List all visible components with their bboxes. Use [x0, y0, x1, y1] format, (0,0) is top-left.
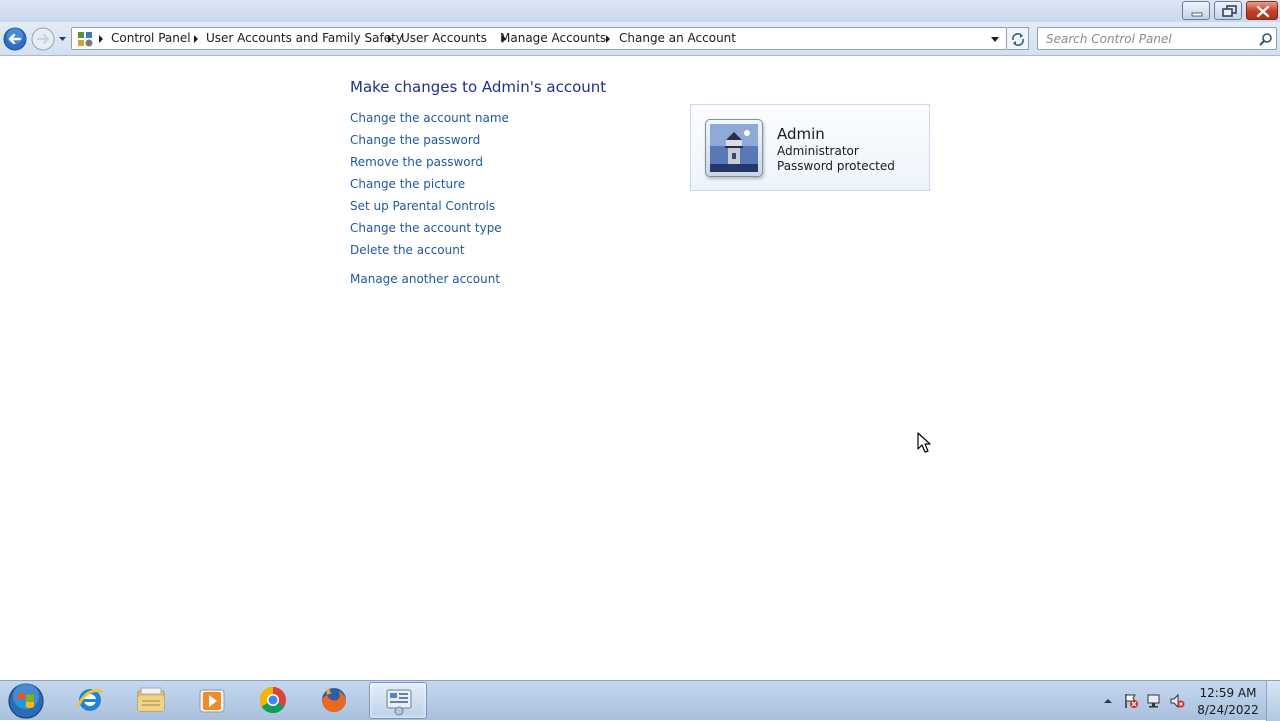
windows-explorer-icon: [137, 687, 165, 712]
change-account-name-link[interactable]: Change the account name: [350, 111, 509, 125]
refresh-button[interactable]: [1007, 27, 1029, 50]
chevron-right-icon[interactable]: [193, 35, 199, 43]
taskbar-media-player[interactable]: [183, 682, 241, 719]
firefox-icon: [322, 688, 346, 712]
recent-pages-dropdown-icon[interactable]: [57, 34, 68, 44]
clock-date[interactable]: 8/24/2022: [1196, 703, 1260, 717]
action-center-flag-icon[interactable]: [1123, 693, 1139, 709]
account-picture: [705, 119, 763, 177]
taskbar-chrome[interactable]: [244, 682, 302, 719]
system-tray: [1098, 681, 1188, 721]
taskbar: 12:59 AM 8/24/2022: [0, 680, 1280, 721]
account-type: Administrator: [777, 144, 859, 158]
search-box[interactable]: Search Control Panel: [1037, 27, 1277, 50]
taskbar-internet-explorer[interactable]: [61, 682, 119, 719]
address-history-dropdown-icon[interactable]: [990, 35, 1000, 43]
remove-password-link[interactable]: Remove the password: [350, 155, 483, 169]
navigation-bar: Control Panel User Accounts and Family S…: [0, 22, 1280, 56]
chrome-icon: [259, 686, 286, 714]
taskbar-firefox[interactable]: [305, 682, 363, 719]
clock-time[interactable]: 12:59 AM: [1196, 686, 1260, 700]
breadcrumb-change-an-account[interactable]: Change an Account: [619, 31, 736, 45]
account-status: Password protected: [777, 159, 895, 173]
minimize-button[interactable]: [1182, 1, 1210, 20]
manage-another-account-link[interactable]: Manage another account: [350, 272, 500, 286]
breadcrumb-control-panel[interactable]: Control Panel: [111, 31, 191, 45]
taskbar-control-panel[interactable]: [369, 682, 427, 719]
search-input[interactable]: Search Control Panel: [1046, 32, 1172, 46]
mouse-cursor-icon: [917, 432, 931, 453]
chevron-right-icon[interactable]: [605, 35, 611, 43]
network-icon[interactable]: [1146, 693, 1162, 709]
show-desktop-button[interactable]: [1266, 681, 1280, 721]
close-button[interactable]: [1246, 1, 1278, 20]
control-panel-icon: [78, 32, 93, 47]
back-arrow-icon[interactable]: [3, 27, 27, 51]
chevron-right-icon[interactable]: [98, 35, 104, 43]
search-icon[interactable]: [1259, 32, 1273, 46]
breadcrumb-user-accounts[interactable]: User Accounts: [401, 31, 487, 45]
account-name: Admin: [777, 125, 825, 143]
control-panel-icon: [386, 689, 412, 716]
breadcrumb-user-accounts-family-safety[interactable]: User Accounts and Family Safety: [206, 31, 403, 45]
restore-icon: [1222, 5, 1237, 17]
close-icon: [1256, 5, 1270, 18]
restore-button[interactable]: [1214, 1, 1242, 20]
taskbar-windows-explorer[interactable]: [122, 682, 180, 719]
show-hidden-icons-icon[interactable]: [1100, 693, 1116, 709]
media-player-icon: [199, 689, 225, 713]
change-password-link[interactable]: Change the password: [350, 133, 480, 147]
window-title-bar: [0, 0, 1280, 22]
volume-muted-icon[interactable]: [1169, 693, 1185, 709]
change-account-type-link[interactable]: Change the account type: [350, 221, 502, 235]
forward-arrow-icon[interactable]: [31, 27, 55, 51]
breadcrumb-manage-accounts[interactable]: Manage Accounts: [500, 31, 606, 45]
parental-controls-link[interactable]: Set up Parental Controls: [350, 199, 495, 213]
delete-account-link[interactable]: Delete the account: [350, 243, 465, 257]
address-bar[interactable]: Control Panel User Accounts and Family S…: [71, 27, 1007, 50]
lighthouse-picture-icon: [710, 124, 758, 172]
page-title: Make changes to Admin's account: [350, 78, 607, 96]
account-card: Admin Administrator Password protected: [690, 104, 930, 191]
change-picture-link[interactable]: Change the picture: [350, 177, 465, 191]
refresh-icon: [1012, 33, 1024, 46]
chevron-right-icon[interactable]: [387, 35, 393, 43]
minimize-icon: [1191, 12, 1203, 17]
start-button[interactable]: [5, 682, 47, 720]
internet-explorer-icon: [76, 689, 104, 711]
